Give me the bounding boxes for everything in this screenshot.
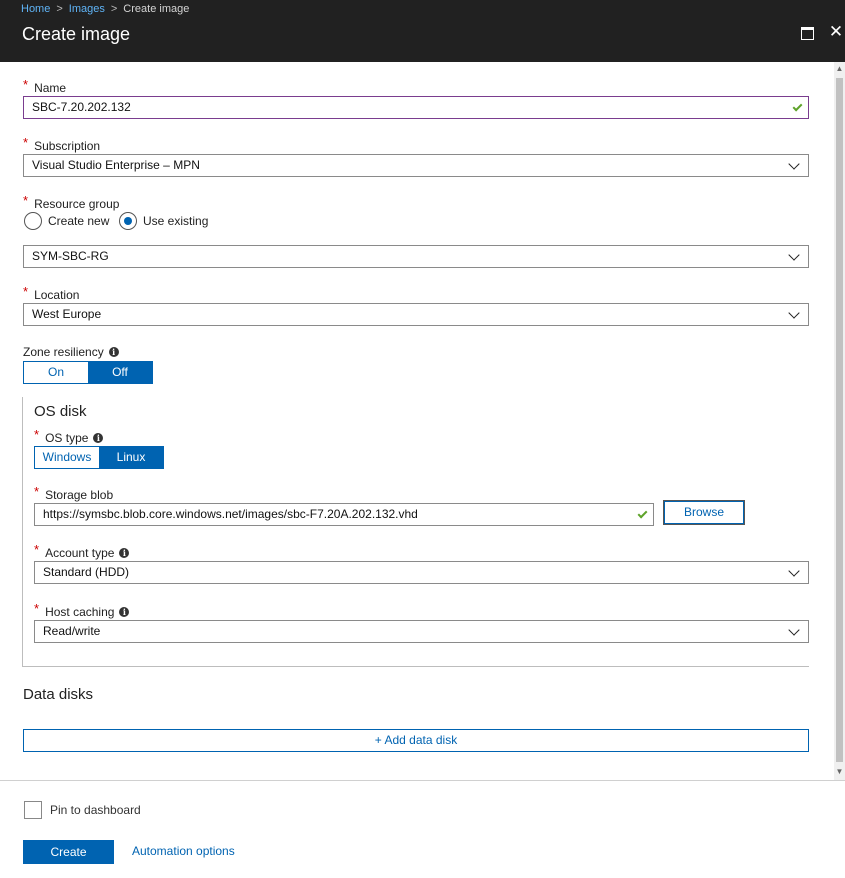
footer-divider: [0, 780, 845, 781]
radio-use-existing[interactable]: Use existing: [119, 212, 208, 230]
storage-blob-label-text: Storage blob: [45, 487, 114, 502]
subscription-select[interactable]: Visual Studio Enterprise – MPN: [23, 154, 809, 177]
resource-group-value: SYM-SBC-RG: [32, 249, 109, 263]
radio-create-new-label: Create new: [48, 214, 110, 228]
resource-group-label-text: Resource group: [34, 196, 120, 211]
required-marker: *: [23, 193, 29, 208]
host-caching-label: * Host caching i: [34, 601, 130, 619]
blade-header: Home > Images > Create image Create imag…: [0, 0, 845, 62]
os-type-label-text: OS type: [45, 430, 89, 445]
info-icon[interactable]: i: [93, 432, 104, 443]
storage-blob-input[interactable]: https://symsbc.blob.core.windows.net/ima…: [34, 503, 654, 526]
chevron-right-icon: >: [110, 3, 118, 15]
chevron-down-icon: [788, 565, 800, 577]
storage-blob-value: https://symsbc.blob.core.windows.net/ima…: [43, 507, 418, 521]
name-label: * Name: [23, 77, 67, 95]
create-button[interactable]: Create: [23, 840, 114, 864]
name-label-text: Name: [34, 80, 67, 95]
breadcrumb: Home > Images > Create image: [21, 3, 189, 15]
required-marker: *: [23, 284, 29, 299]
resource-group-select[interactable]: SYM-SBC-RG: [23, 245, 809, 268]
toggle-linux[interactable]: Linux: [99, 447, 163, 468]
scroll-down-icon[interactable]: ▼: [835, 767, 844, 777]
location-label: * Location: [23, 284, 80, 302]
subscription-label: * Subscription: [23, 135, 101, 153]
zone-resiliency-label: Zone resiliency i: [23, 345, 119, 359]
required-marker: *: [34, 427, 40, 442]
subscription-label-text: Subscription: [34, 138, 101, 153]
location-value: West Europe: [32, 307, 102, 321]
radio-circle-checked[interactable]: [119, 212, 137, 230]
chevron-down-icon: [788, 158, 800, 170]
browse-button[interactable]: Browse: [664, 501, 744, 524]
account-type-value: Standard (HDD): [43, 565, 130, 579]
host-caching-value: Read/write: [43, 624, 101, 638]
toggle-windows[interactable]: Windows: [35, 447, 99, 468]
pin-checkbox[interactable]: [24, 801, 42, 819]
scroll-up-icon[interactable]: ▲: [835, 64, 844, 74]
automation-options-link[interactable]: Automation options: [132, 844, 235, 858]
info-icon[interactable]: i: [119, 547, 130, 558]
check-icon: [637, 508, 648, 519]
os-type-label: * OS type i: [34, 427, 104, 445]
name-value: SBC-7.20.202.132: [32, 100, 131, 114]
name-input[interactable]: SBC-7.20.202.132: [23, 96, 809, 119]
data-disks-title: Data disks: [23, 686, 94, 703]
location-label-text: Location: [34, 287, 80, 302]
os-type-toggle[interactable]: Windows Linux: [34, 446, 164, 469]
required-marker: *: [34, 542, 40, 557]
account-type-label-text: Account type: [45, 545, 115, 560]
required-marker: *: [34, 484, 40, 499]
toggle-off[interactable]: Off: [88, 362, 152, 383]
add-data-disk-button[interactable]: + Add data disk: [23, 729, 809, 752]
toggle-on[interactable]: On: [24, 362, 88, 383]
chevron-right-icon: >: [56, 3, 63, 15]
radio-use-existing-label: Use existing: [143, 214, 209, 228]
account-type-label: * Account type i: [34, 542, 130, 560]
storage-blob-label: * Storage blob: [34, 484, 114, 502]
breadcrumb-current: Create image: [123, 3, 190, 15]
info-icon[interactable]: i: [108, 347, 119, 357]
zone-resiliency-toggle[interactable]: On Off: [23, 361, 153, 384]
host-caching-label-text: Host caching: [45, 604, 115, 619]
chevron-down-icon: [788, 624, 800, 636]
chevron-down-icon: [788, 307, 800, 319]
subscription-value: Visual Studio Enterprise – MPN: [32, 158, 200, 172]
pin-to-dashboard[interactable]: Pin to dashboard: [24, 801, 141, 819]
check-icon: [792, 101, 803, 112]
os-disk-title: OS disk: [34, 403, 87, 420]
required-marker: *: [23, 77, 29, 92]
zone-resiliency-label-text: Zone resiliency: [23, 345, 104, 359]
info-icon[interactable]: i: [119, 606, 130, 617]
scrollbar-thumb[interactable]: [836, 78, 843, 762]
resource-group-label: * Resource group: [23, 193, 120, 211]
radio-create-new[interactable]: Create new: [24, 212, 109, 230]
breadcrumb-images[interactable]: Images: [69, 3, 105, 15]
radio-circle[interactable]: [24, 212, 42, 230]
close-icon[interactable]: ✕: [826, 22, 845, 42]
required-marker: *: [34, 601, 40, 616]
maximize-icon[interactable]: [797, 22, 817, 42]
chevron-down-icon: [788, 249, 800, 261]
required-marker: *: [23, 135, 29, 150]
page-title: Create image: [22, 24, 131, 44]
pin-label: Pin to dashboard: [50, 803, 141, 817]
location-select[interactable]: West Europe: [23, 303, 809, 326]
breadcrumb-home[interactable]: Home: [21, 3, 50, 15]
account-type-select[interactable]: Standard (HDD): [34, 561, 809, 584]
host-caching-select[interactable]: Read/write: [34, 620, 809, 643]
